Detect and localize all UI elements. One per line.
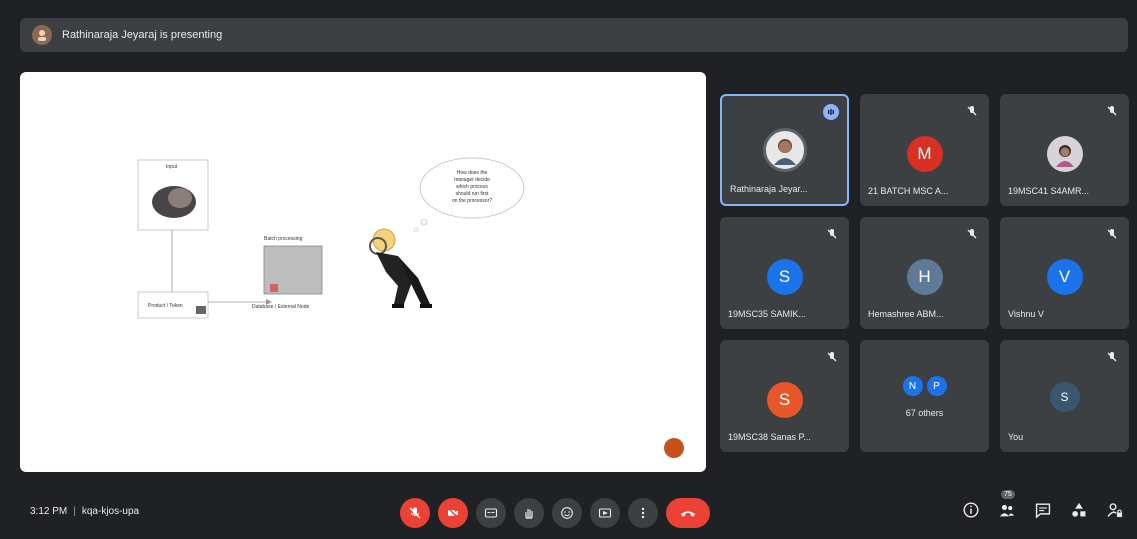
participant-avatar: H xyxy=(906,259,943,295)
participant-name: 19MSC35 SAMIK... xyxy=(728,309,807,319)
slide-arrow-label: Database / External Node xyxy=(252,304,309,310)
emoji-icon xyxy=(561,507,573,519)
mic-off-icon xyxy=(967,229,977,239)
avatar-letter: S xyxy=(778,390,791,409)
participant-avatar: V xyxy=(1046,259,1083,295)
participant-count-badge: 75 xyxy=(1001,490,1015,499)
speech-line: on the processor? xyxy=(452,198,492,204)
slide-detective-figure xyxy=(369,228,432,308)
participant-tile-1[interactable]: Rathinaraja Jeyar... xyxy=(720,94,849,206)
call-controls xyxy=(400,498,710,528)
presenter-avatar xyxy=(32,25,52,45)
mic-off-icon xyxy=(827,229,837,239)
chat-icon xyxy=(1035,503,1051,519)
participant-tile-5[interactable]: H Hemashree ABM... xyxy=(860,217,989,329)
present-screen-button[interactable] xyxy=(590,498,620,528)
avatar-letter: H xyxy=(918,267,931,286)
mic-off-icon xyxy=(1107,106,1117,116)
slide-product-label: Product / Token xyxy=(148,303,183,309)
participant-tile-others[interactable]: N P 67 others xyxy=(860,340,989,452)
mic-toggle-button[interactable] xyxy=(400,498,430,528)
others-avatars: N P xyxy=(902,376,947,396)
bottom-bar: 3:12 PM | kqa-kjos-upa 75 xyxy=(0,488,1137,539)
participant-name: 19MSC41 S4AMR... xyxy=(1008,186,1090,196)
camera-toggle-button[interactable] xyxy=(438,498,468,528)
meeting-info: 3:12 PM | kqa-kjos-upa xyxy=(30,506,139,517)
speech-line: How does the xyxy=(457,170,488,176)
participant-grid: Rathinaraja Jeyar... M 21 BATCH MSC A...… xyxy=(720,94,1130,454)
participant-avatar xyxy=(762,128,807,172)
slide-input-label: Input xyxy=(166,164,178,170)
avatar-letter: V xyxy=(1058,267,1071,286)
mic-off-icon xyxy=(1107,352,1117,362)
info-icon xyxy=(963,502,979,518)
participant-avatar: S xyxy=(1049,382,1080,412)
participant-name: 21 BATCH MSC A... xyxy=(868,186,949,196)
present-icon xyxy=(598,508,612,518)
lock-person-icon xyxy=(1107,503,1123,518)
more-options-button[interactable] xyxy=(628,498,658,528)
participant-avatar xyxy=(1046,136,1083,172)
speaking-icon xyxy=(823,104,839,120)
raise-hand-button[interactable] xyxy=(514,498,544,528)
presenting-banner: Rathinaraja Jeyaraj is presenting xyxy=(20,18,1128,52)
mic-off-icon xyxy=(1107,229,1117,239)
captions-button[interactable] xyxy=(476,498,506,528)
shapes-icon xyxy=(1072,502,1086,517)
mic-off-icon xyxy=(827,352,837,362)
speech-line: should run first xyxy=(456,191,489,197)
avatar-letter: S xyxy=(1060,390,1069,404)
participant-tile-4[interactable]: S 19MSC35 SAMIK... xyxy=(720,217,849,329)
hand-icon xyxy=(525,509,533,519)
leave-call-button[interactable] xyxy=(666,498,710,528)
participant-tile-6[interactable]: V Vishnu V xyxy=(1000,217,1129,329)
mic-off-icon xyxy=(409,507,421,519)
others-count: 67 others xyxy=(905,408,944,418)
participant-name: Rathinaraja Jeyar... xyxy=(730,184,808,194)
mic-off-icon xyxy=(967,106,977,116)
slide-diagram: Input Product / Token Batch processing D… xyxy=(137,157,525,319)
chat-button[interactable] xyxy=(1033,500,1053,520)
speech-line: manager decide xyxy=(454,177,490,183)
participant-tile-2[interactable]: M 21 BATCH MSC A... xyxy=(860,94,989,206)
separator: | xyxy=(73,506,76,517)
participant-tile-7[interactable]: S 19MSC38 Sanas P... xyxy=(720,340,849,452)
participant-tile-self[interactable]: S You xyxy=(1000,340,1129,452)
slide-page-indicator[interactable] xyxy=(664,438,684,458)
participant-avatar: S xyxy=(766,259,803,295)
participant-name: Hemashree ABM... xyxy=(868,309,944,319)
clock-time: 3:12 PM xyxy=(30,506,68,517)
avatar-letter: M xyxy=(917,144,932,163)
presentation-stage[interactable]: Input Product / Token Batch processing D… xyxy=(20,72,706,472)
side-panel-controls: 75 xyxy=(961,490,1125,520)
presenting-text: Rathinaraja Jeyaraj is presenting xyxy=(62,29,223,41)
more-vert-icon xyxy=(641,507,645,519)
avatar-letter: S xyxy=(778,267,791,286)
avatar-letter: P xyxy=(926,376,947,396)
participant-tile-3[interactable]: 19MSC41 S4AMR... xyxy=(1000,94,1129,206)
camera-off-icon xyxy=(447,507,459,519)
participants-button[interactable]: 75 xyxy=(997,490,1017,520)
avatar-letter: N xyxy=(902,376,923,396)
participant-avatar: M xyxy=(906,136,943,172)
participant-name: Vishnu V xyxy=(1008,309,1044,319)
hang-up-icon xyxy=(680,511,696,517)
speech-line: which process xyxy=(456,184,488,190)
meeting-details-button[interactable] xyxy=(961,500,981,520)
slide-batch-title: Batch processing xyxy=(264,236,303,242)
participant-name: 19MSC38 Sanas P... xyxy=(728,432,811,442)
activities-button[interactable] xyxy=(1069,500,1089,520)
meeting-code: kqa-kjos-upa xyxy=(81,506,140,517)
participant-name: You xyxy=(1008,432,1024,442)
participant-avatar: S xyxy=(766,382,803,418)
captions-icon xyxy=(484,508,498,518)
people-icon xyxy=(999,504,1015,517)
reactions-button[interactable] xyxy=(552,498,582,528)
host-controls-button[interactable] xyxy=(1105,500,1125,520)
